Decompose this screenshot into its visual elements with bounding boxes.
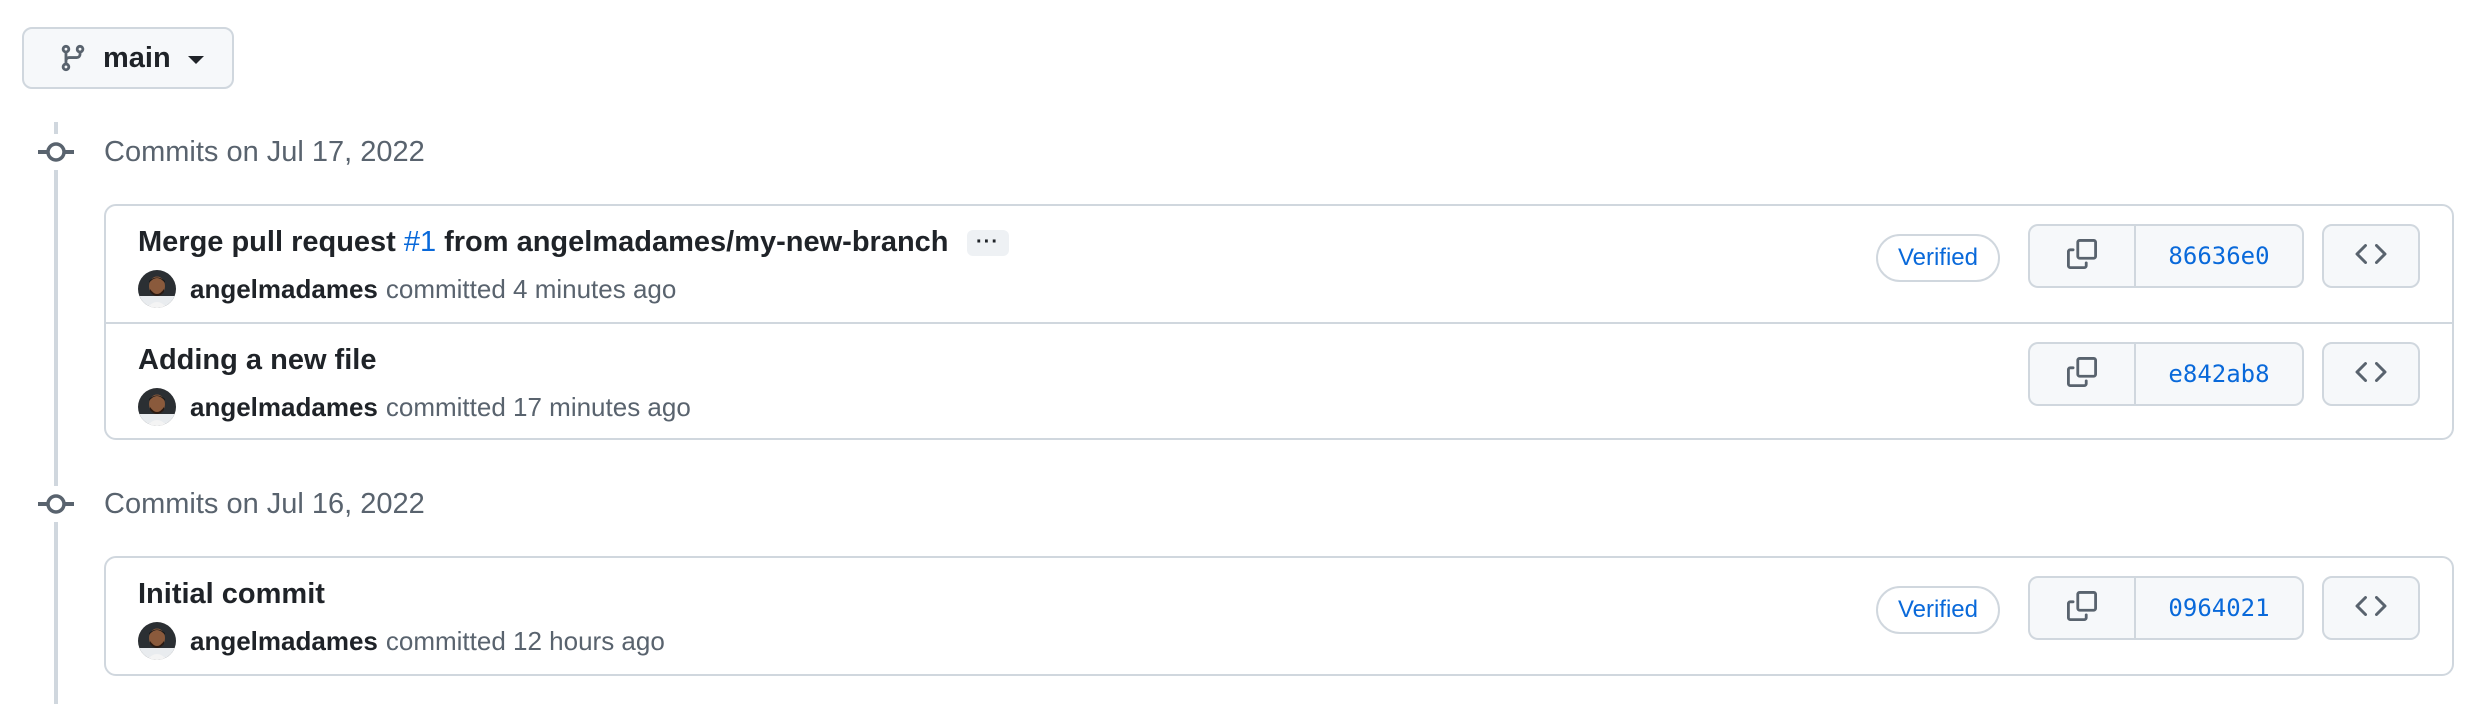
avatar[interactable] xyxy=(138,622,176,660)
copy-sha-button[interactable] xyxy=(2030,226,2136,286)
branch-name: main xyxy=(103,41,171,74)
sha-button-group: e842ab8 xyxy=(2028,342,2304,406)
commit-sha-link[interactable]: e842ab8 xyxy=(2136,344,2302,404)
commit-row: Merge pull request #1 from angelmadames/… xyxy=(106,206,2452,322)
branch-selector-button[interactable]: main xyxy=(22,27,234,89)
commit-meta: angelmadames committed 12 hours ago xyxy=(138,622,665,660)
commit-group-title: Commits on Jul 17, 2022 xyxy=(104,136,425,168)
verified-badge[interactable]: Verified xyxy=(1875,234,2000,282)
git-commit-icon xyxy=(38,134,74,170)
verified-label: Verified xyxy=(1897,244,1978,271)
commit-sha-link[interactable]: 0964021 xyxy=(2136,578,2302,638)
commit-title[interactable]: Adding a new file xyxy=(138,344,376,377)
commit-list: Initial commit angelmadames committed 12… xyxy=(104,556,2454,676)
sha-button-group: 0964021 xyxy=(2028,576,2304,640)
expand-message-button[interactable]: ··· xyxy=(966,229,1009,256)
sha-button-group: 86636e0 xyxy=(2028,224,2304,288)
git-commit-icon xyxy=(38,486,74,522)
commit-time: committed 12 hours ago xyxy=(385,625,665,656)
browse-repo-button[interactable] xyxy=(2322,224,2420,288)
commit-title[interactable]: Merge pull request #1 from angelmadames/… xyxy=(138,226,1009,259)
browse-repo-button[interactable] xyxy=(2322,342,2420,406)
commit-title-prefix[interactable]: Merge pull request xyxy=(138,226,396,259)
commit-title-suffix[interactable]: from angelmadames/my-new-branch xyxy=(444,226,948,259)
avatar[interactable] xyxy=(138,388,176,426)
commit-meta: angelmadames committed 4 minutes ago xyxy=(138,270,676,308)
code-icon xyxy=(2355,356,2387,393)
copy-icon xyxy=(2067,238,2097,274)
commit-author-link[interactable]: angelmadames xyxy=(190,626,378,657)
commit-title[interactable]: Initial commit xyxy=(138,578,325,611)
verified-badge[interactable]: Verified xyxy=(1875,586,2000,634)
code-icon xyxy=(2355,590,2387,627)
commit-history-page: main Commits on Jul 17, 2022 Merge pull … xyxy=(0,0,2474,704)
code-icon xyxy=(2355,238,2387,275)
timeline-line xyxy=(54,122,58,704)
commit-author-link[interactable]: angelmadames xyxy=(190,392,378,423)
pull-request-link[interactable]: #1 xyxy=(404,226,436,259)
commit-list: Merge pull request #1 from angelmadames/… xyxy=(104,204,2454,440)
copy-icon xyxy=(2067,590,2097,626)
commit-sha-link[interactable]: 86636e0 xyxy=(2136,226,2302,286)
verified-label: Verified xyxy=(1897,596,1978,623)
commit-row: Adding a new file angelmadames committed… xyxy=(106,322,2452,438)
commit-time: committed 17 minutes ago xyxy=(385,391,691,422)
copy-sha-button[interactable] xyxy=(2030,344,2136,404)
triangle-down-icon xyxy=(187,56,204,64)
commit-row: Initial commit angelmadames committed 12… xyxy=(106,558,2452,674)
copy-sha-button[interactable] xyxy=(2030,578,2136,638)
commit-meta: angelmadames committed 17 minutes ago xyxy=(138,388,691,426)
browse-repo-button[interactable] xyxy=(2322,576,2420,640)
commit-time: committed 4 minutes ago xyxy=(385,273,677,304)
commit-group-title: Commits on Jul 16, 2022 xyxy=(104,488,425,520)
avatar[interactable] xyxy=(138,270,176,308)
git-branch-icon xyxy=(58,43,88,73)
copy-icon xyxy=(2067,356,2097,392)
commit-author-link[interactable]: angelmadames xyxy=(190,274,378,305)
